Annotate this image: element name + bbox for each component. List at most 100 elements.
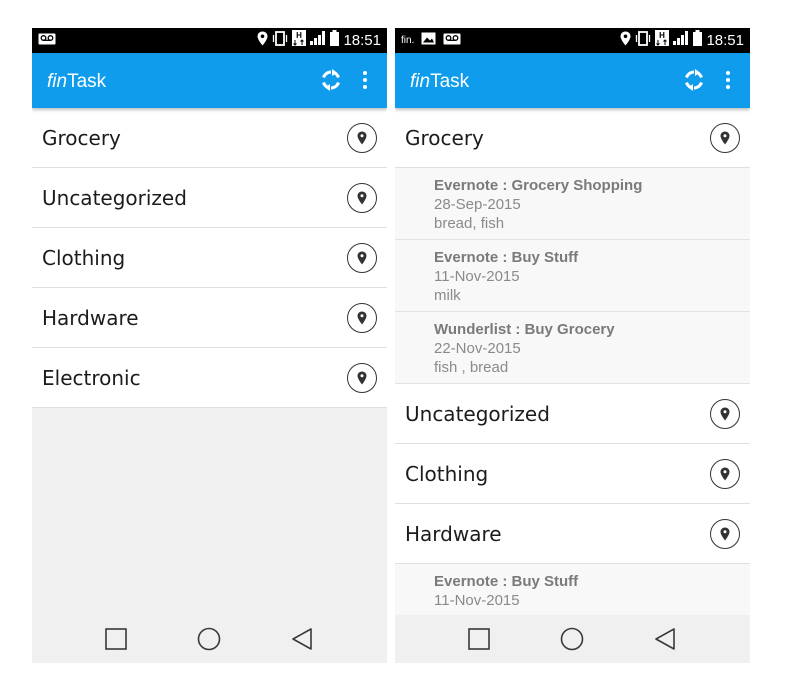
location-pin-icon [357,131,367,145]
more-vertical-icon [363,71,367,89]
svg-text:H: H [297,31,303,40]
location-pin-icon [720,467,730,481]
category-row-grocery[interactable]: Grocery [32,108,387,168]
location-button[interactable] [347,303,377,333]
status-bar: H 18:51 [32,28,387,53]
nav-back-icon [655,628,675,650]
app-bar: finTask [32,53,387,108]
category-label: Clothing [405,462,489,486]
category-row-clothing[interactable]: Clothing [32,228,387,288]
task-row[interactable]: Wunderlist : Buy Grocery 22-Nov-2015 fis… [395,312,750,384]
app-title: finTask [410,53,469,111]
category-label: Hardware [405,522,502,546]
category-row-uncategorized[interactable]: Uncategorized [395,384,750,444]
location-pin-icon [357,251,367,265]
overflow-menu-button[interactable] [716,67,740,93]
location-icon [257,31,268,51]
voicemail-icon [443,32,461,50]
task-title: Evernote : Grocery Shopping [434,177,643,194]
navigation-bar [395,615,750,663]
sync-button[interactable] [682,68,706,92]
back-button[interactable] [290,627,314,651]
task-row[interactable]: Evernote : Grocery Shopping 28-Sep-2015 … [395,168,750,240]
task-date: 22-Nov-2015 [434,340,521,357]
nav-square-icon [105,628,127,650]
category-label: Electronic [42,366,141,390]
overflow-menu-button[interactable] [353,67,377,93]
category-row-clothing[interactable]: Clothing [395,444,750,504]
category-label: Grocery [42,126,121,150]
vibrate-icon [635,30,651,51]
category-row-hardware[interactable]: Hardware [395,504,750,564]
image-icon [421,32,436,50]
category-row-grocery[interactable]: Grocery [395,108,750,168]
task-title: Evernote : Buy Stuff [434,573,579,590]
battery-icon [693,30,703,51]
task-date: 28-Sep-2015 [434,196,521,213]
category-row-uncategorized[interactable]: Uncategorized [32,168,387,228]
task-note: fish , bread [434,359,509,376]
location-button[interactable] [710,123,740,153]
category-row-electronic[interactable]: Electronic [32,348,387,408]
back-button[interactable] [653,627,677,651]
app-title-italic: fin [47,71,68,92]
nav-circle-icon [560,627,584,651]
home-button[interactable] [197,627,221,651]
voicemail-icon [38,32,56,50]
location-pin-icon [357,311,367,325]
sync-button[interactable] [319,68,343,92]
signal-icon [673,31,689,50]
app-title: finTask [47,53,106,111]
task-date: 11-Nov-2015 [434,592,520,609]
category-label: Grocery [405,126,484,150]
location-pin-icon [720,527,730,541]
more-vertical-icon [726,71,730,89]
category-list: Grocery Evernote : Grocery Shopping 28-S… [395,108,750,615]
recents-button[interactable] [467,627,491,651]
nav-back-icon [292,628,312,650]
app-title-rest: Task [430,71,470,92]
nav-circle-icon [197,627,221,651]
category-label: Uncategorized [405,402,550,426]
home-button[interactable] [560,627,584,651]
task-row[interactable]: Evernote : Buy Stuff 11-Nov-2015 milk [395,240,750,312]
location-button[interactable] [710,399,740,429]
category-list: Grocery Uncategorized Clothing Hardware … [32,108,387,408]
category-label: Clothing [42,246,126,270]
location-button[interactable] [347,123,377,153]
task-row[interactable]: Evernote : Buy Stuff 11-Nov-2015 [395,564,750,615]
status-time: 18:51 [343,32,381,49]
network-h-icon: H [655,30,670,51]
task-title: Evernote : Buy Stuff [434,249,579,266]
task-date: 11-Nov-2015 [434,268,520,285]
location-pin-icon [357,191,367,205]
navigation-bar [32,615,387,663]
location-pin-icon [720,131,730,145]
location-button[interactable] [710,459,740,489]
location-button[interactable] [347,243,377,273]
category-label: Uncategorized [42,186,187,210]
network-h-icon: H [292,30,307,51]
phone-screen-expanded: fin. H 18:51 finTask Grocery Evernote: … [395,28,750,663]
app-title-rest: Task [67,71,107,92]
nav-square-icon [468,628,490,650]
status-app-text: fin. [401,35,415,46]
task-note: bread, fish [434,215,505,232]
expanded-list-area: Grocery Evernote : Grocery Shopping 28-S… [395,108,750,615]
status-time: 18:51 [706,32,744,49]
category-row-hardware[interactable]: Hardware [32,288,387,348]
location-pin-icon [720,407,730,421]
location-button[interactable] [347,363,377,393]
location-button[interactable] [347,183,377,213]
app-bar: finTask [395,53,750,108]
location-button[interactable] [710,519,740,549]
location-icon [620,31,631,51]
task-note: milk [434,287,461,304]
sync-icon [322,69,340,91]
signal-icon [310,31,326,50]
status-bar: fin. H 18:51 [395,28,750,53]
sync-icon [685,69,703,91]
battery-icon [330,30,340,51]
category-list-area: Grocery Uncategorized Clothing Hardware … [32,108,387,615]
recents-button[interactable] [104,627,128,651]
